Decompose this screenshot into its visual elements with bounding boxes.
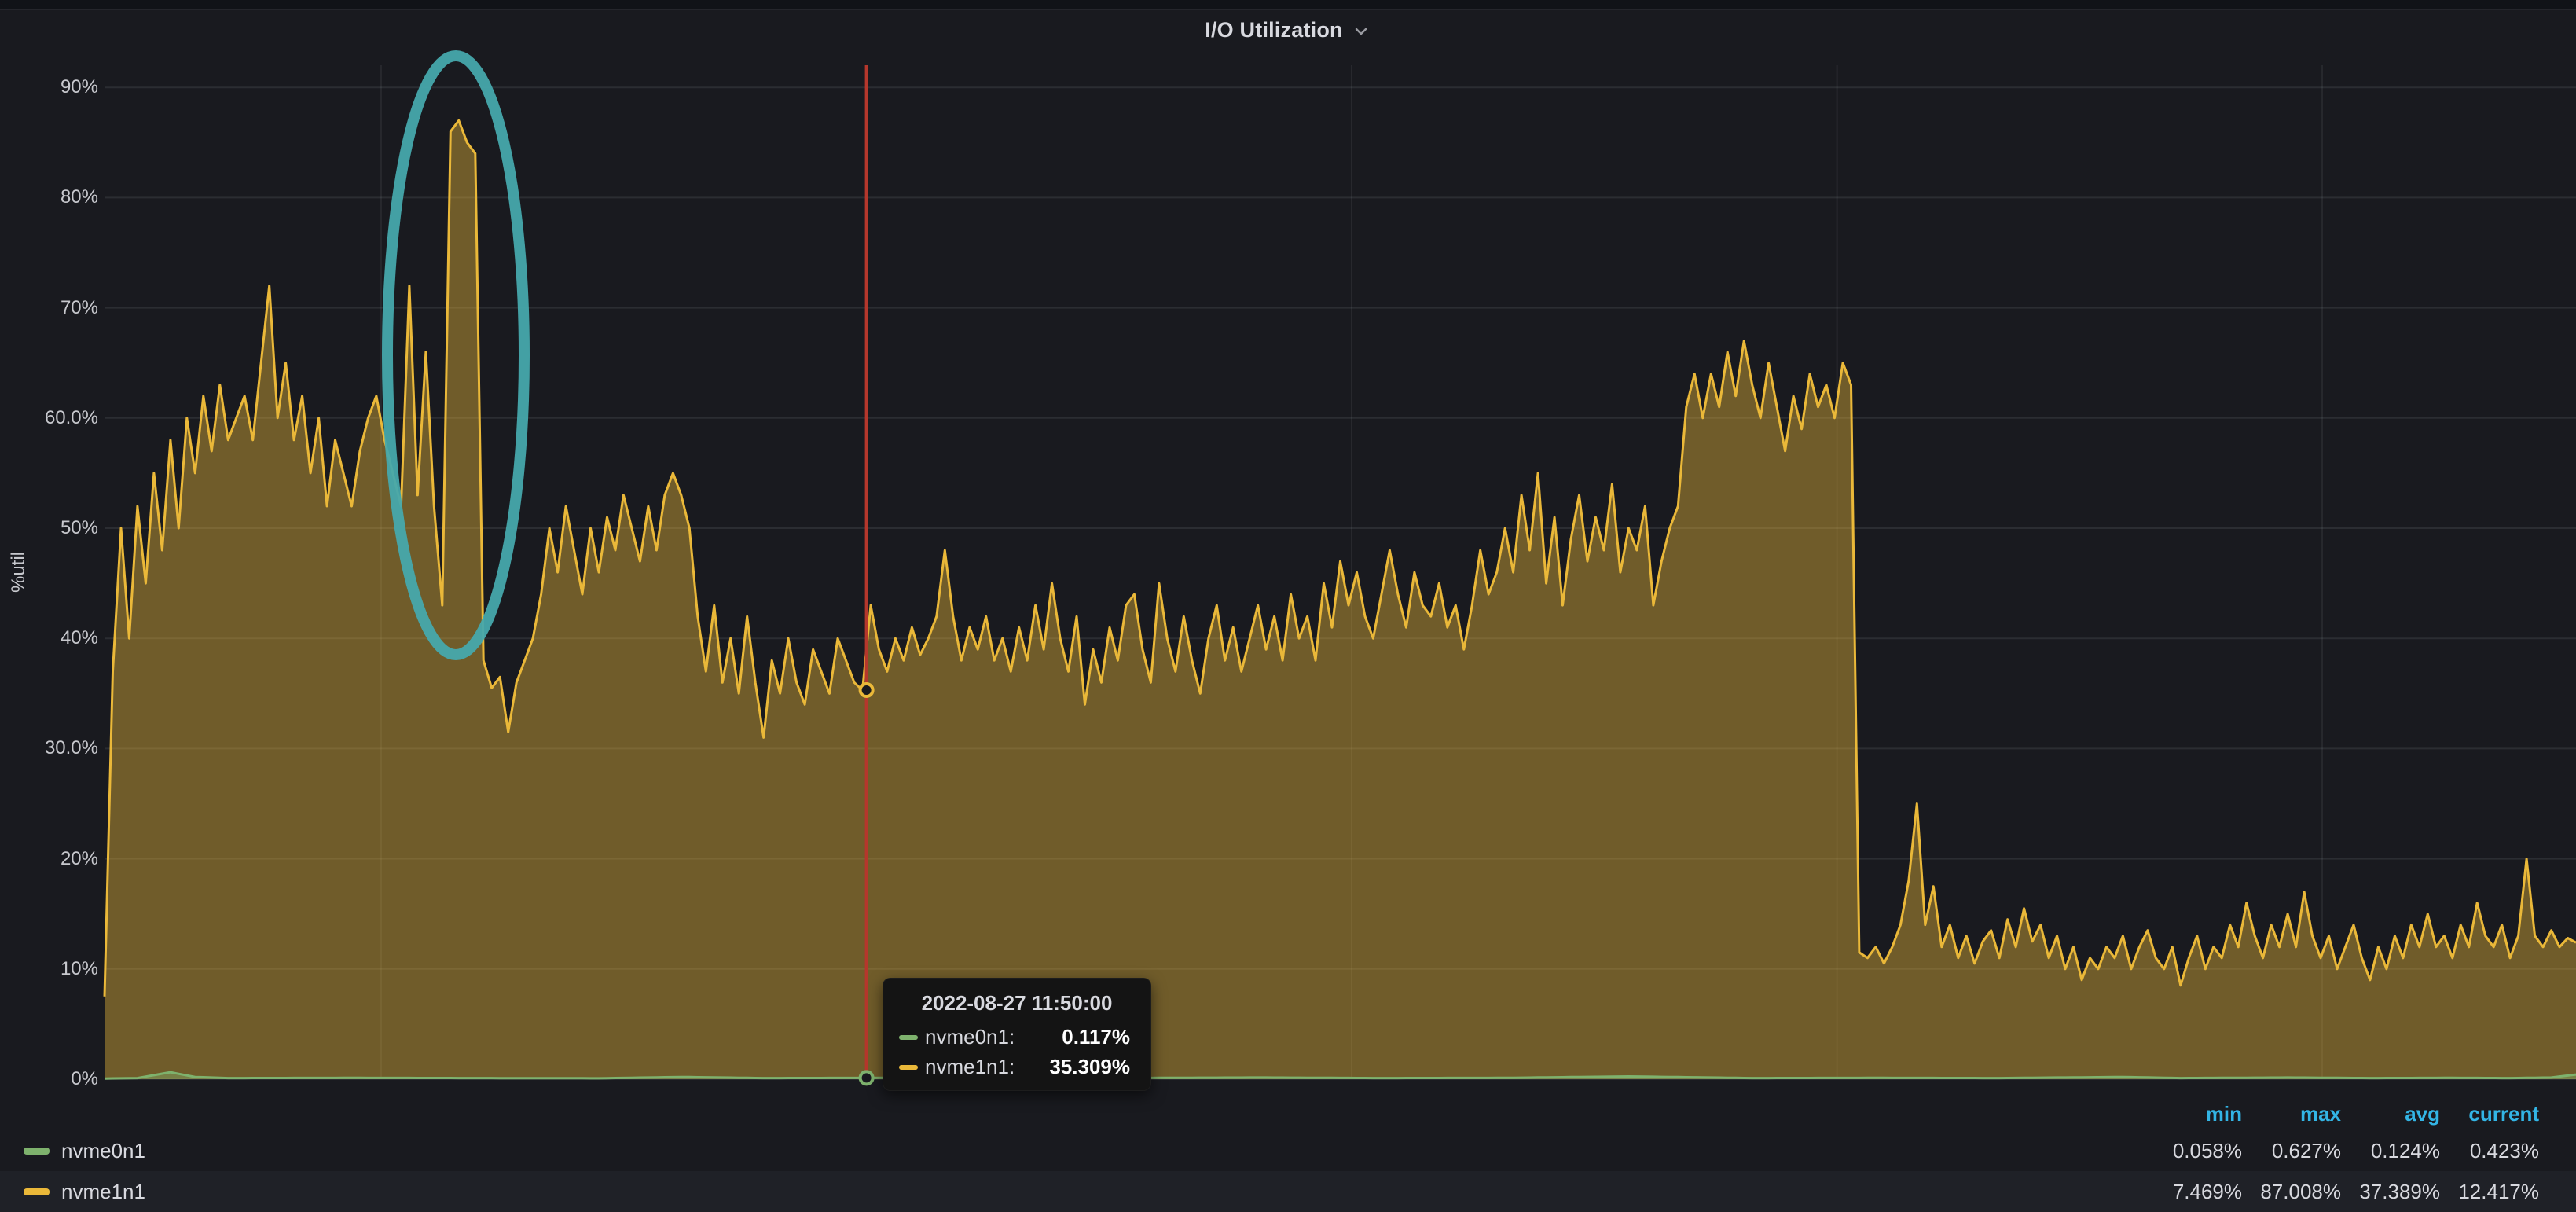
tooltip-timestamp: 2022-08-27 11:50:00: [899, 991, 1135, 1016]
y-axis-tick-label: 40%: [61, 627, 98, 649]
tooltip-series-label: nvme1n1:: [925, 1055, 1015, 1079]
legend-header-row: min max avg current: [0, 1097, 2576, 1130]
time-series-plot[interactable]: [0, 0, 2576, 1212]
stat-current: 12.417%: [2440, 1180, 2539, 1204]
stat-current: 0.423%: [2440, 1139, 2539, 1163]
y-axis-tick-label: 10%: [61, 958, 98, 980]
tooltip-row: nvme0n1: 0.117%: [899, 1025, 1135, 1049]
legend-swatch-icon[interactable]: [24, 1148, 50, 1155]
legend-header-avg[interactable]: avg: [2341, 1102, 2440, 1126]
legend-swatch-icon[interactable]: [24, 1188, 50, 1195]
y-axis: 90% 80% 70% 60.0% 50% 40% 30.0% 20% 10% 0%: [0, 0, 98, 1212]
tooltip-series-value: 35.309%: [1049, 1055, 1135, 1079]
hover-point-marker: [861, 1071, 873, 1084]
legend-row-nvme0n1: nvme0n1 0.058% 0.627% 0.124% 0.423%: [0, 1130, 2576, 1171]
stat-avg: 37.389%: [2341, 1180, 2440, 1204]
tooltip-series-label: nvme0n1:: [925, 1025, 1015, 1049]
y-axis-tick-label: 20%: [61, 848, 98, 870]
legend-series-name[interactable]: nvme0n1: [61, 1139, 145, 1163]
series-color-dash: [899, 1035, 918, 1040]
legend-stats: 7.469% 87.008% 37.389% 12.417%: [2143, 1180, 2539, 1204]
legend: min max avg current nvme0n1 0.058% 0.627…: [0, 1097, 2576, 1212]
y-axis-tick-label: 90%: [61, 76, 98, 98]
legend-row-nvme1n1: nvme1n1 7.469% 87.008% 37.389% 12.417%: [0, 1171, 2576, 1212]
legend-header-max[interactable]: max: [2242, 1102, 2341, 1126]
legend-series-name[interactable]: nvme1n1: [61, 1180, 145, 1204]
nvme1n1-area: [105, 120, 2576, 1079]
stat-min: 0.058%: [2143, 1139, 2242, 1163]
stat-avg: 0.124%: [2341, 1139, 2440, 1163]
y-axis-tick-label: 50%: [61, 517, 98, 539]
legend-stats: 0.058% 0.627% 0.124% 0.423%: [2143, 1139, 2539, 1163]
legend-header-min[interactable]: min: [2143, 1102, 2242, 1126]
series-color-dash: [899, 1065, 918, 1070]
stat-max: 87.008%: [2242, 1180, 2341, 1204]
y-axis-tick-label: 70%: [61, 297, 98, 319]
stat-min: 7.469%: [2143, 1180, 2242, 1204]
y-axis-tick-label: 80%: [61, 186, 98, 208]
hover-tooltip: 2022-08-27 11:50:00 nvme0n1: 0.117% nvme…: [883, 978, 1151, 1091]
y-axis-title: %util: [8, 552, 30, 593]
legend-header-current[interactable]: current: [2440, 1102, 2539, 1126]
grafana-panel: I/O Utilization 90%80%70%60.0%50%40%30.0…: [0, 0, 2576, 1212]
hover-point-marker: [861, 684, 873, 696]
tooltip-row: nvme1n1: 35.309%: [899, 1055, 1135, 1079]
y-axis-tick-label: 30.0%: [45, 737, 98, 759]
y-axis-tick-label: 0%: [71, 1068, 98, 1090]
tooltip-series-value: 0.117%: [1062, 1025, 1135, 1049]
stat-max: 0.627%: [2242, 1139, 2341, 1163]
y-axis-tick-label: 60.0%: [45, 407, 98, 429]
